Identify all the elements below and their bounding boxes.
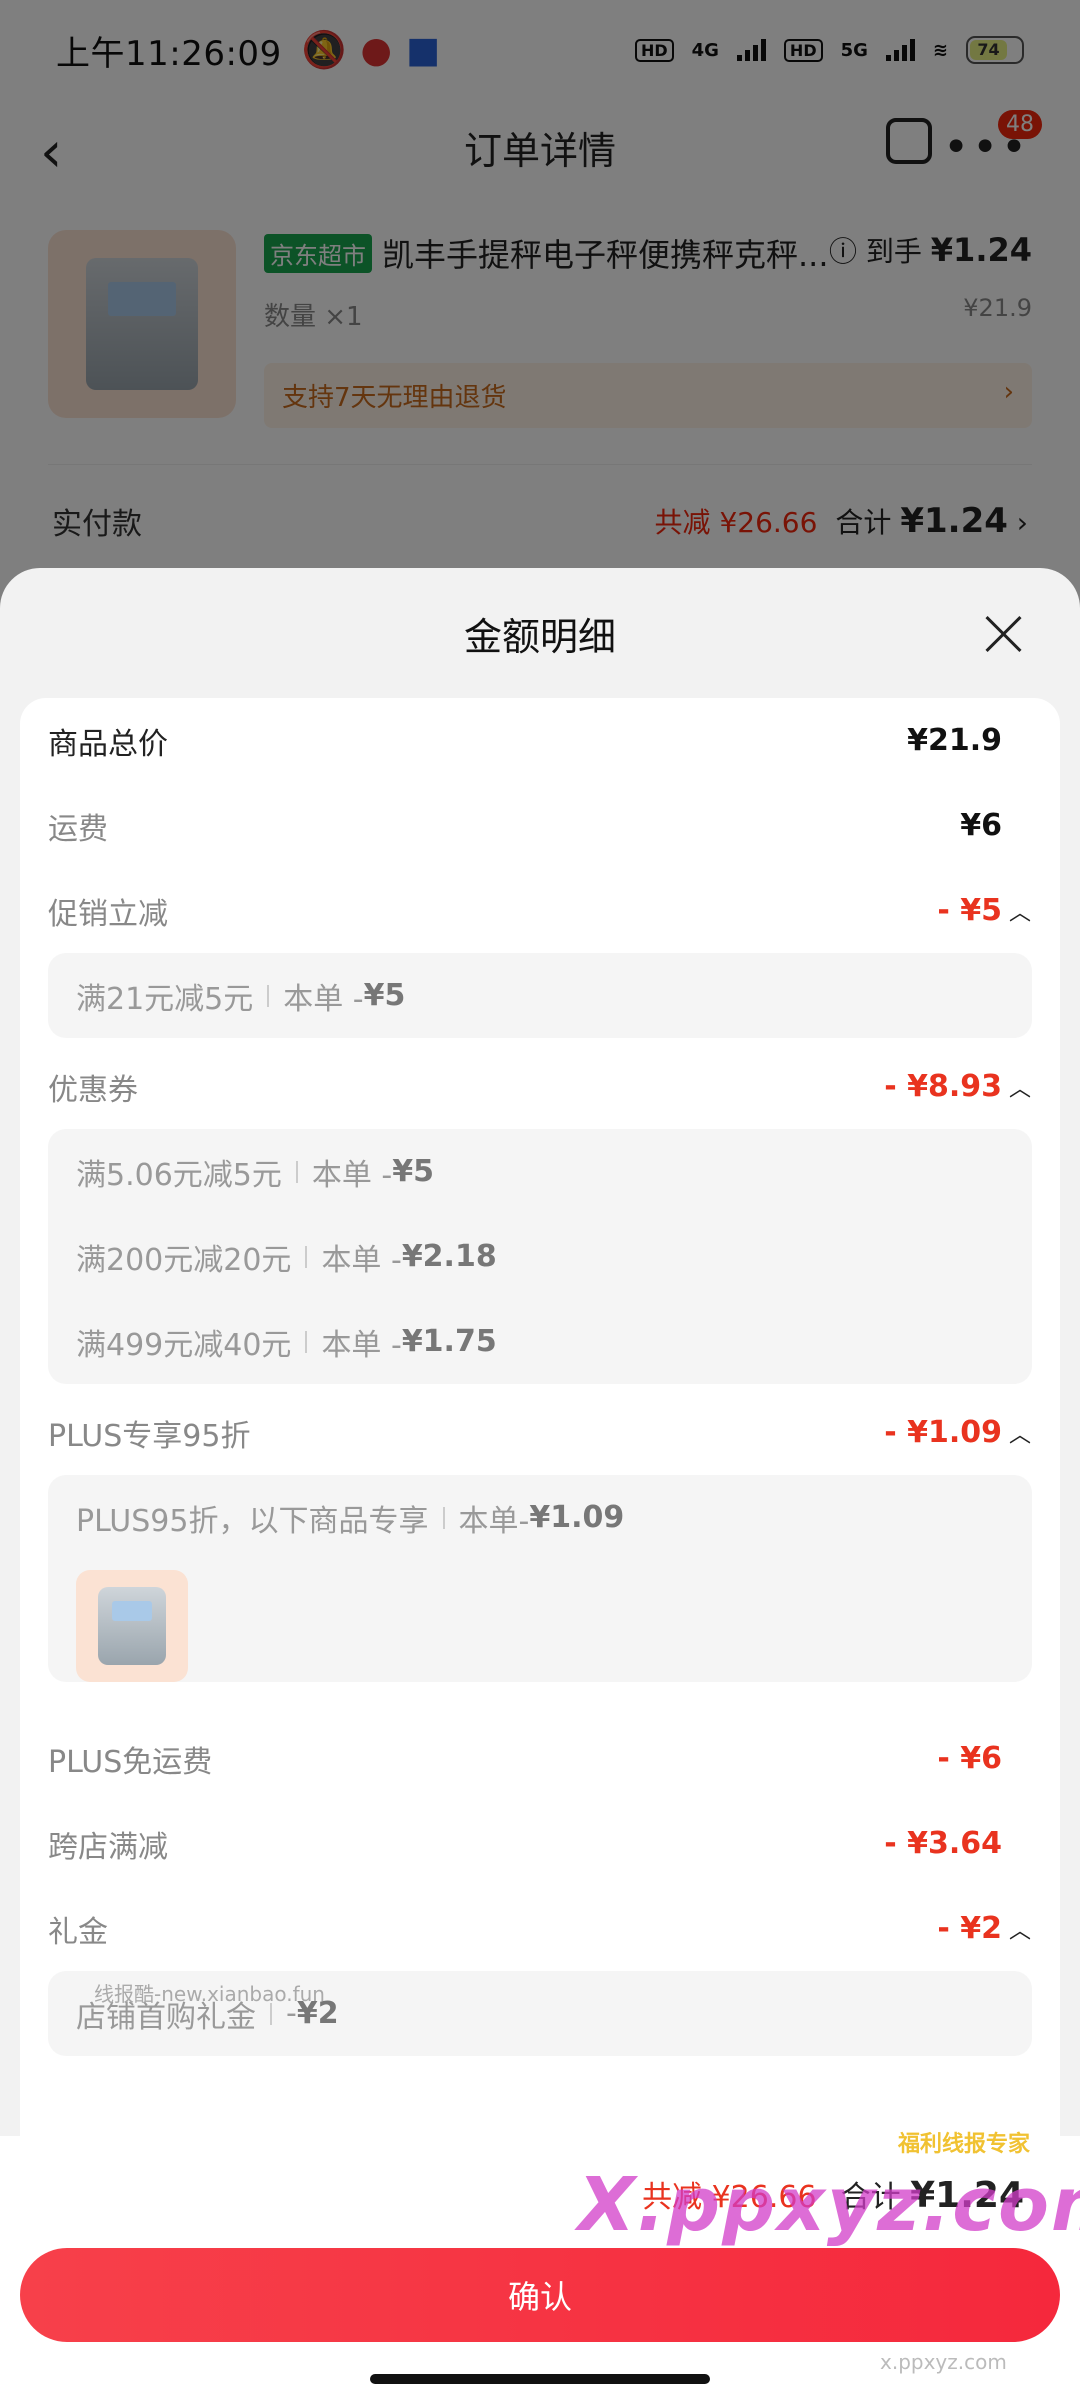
- watermark-logo: X.ppxyz.com: [578, 2162, 1080, 2248]
- watermark-small: x.ppxyz.com: [880, 2350, 1007, 2374]
- home-indicator[interactable]: [370, 2374, 710, 2384]
- amount-detail-card: 商品总价 ¥21.9 运费 ¥6 促销立减 - ¥5 ︿ 满21元减5元 本单 -…: [20, 698, 1060, 2178]
- chevron-up-icon[interactable]: ︿: [1008, 895, 1032, 927]
- promo-details: 满21元减5元 本单 - ¥5: [48, 953, 1032, 1038]
- plus-free-shipping-row: PLUS免运费 - ¥6: [48, 1741, 1002, 1780]
- list-item: PLUS95折，以下商品专享 本单- ¥1.09: [76, 1500, 625, 1539]
- list-item: 满21元减5元 本单 - ¥5: [76, 978, 406, 1017]
- watermark-badge: 福利线报专家: [898, 2132, 1031, 2157]
- confirm-button[interactable]: 确认: [20, 2248, 1060, 2342]
- chevron-up-icon[interactable]: ︿: [1008, 1417, 1032, 1449]
- sheet-title: 金额明细: [463, 614, 616, 659]
- chevron-up-icon[interactable]: ︿: [1008, 1913, 1032, 1945]
- coupon-row[interactable]: 优惠券 - ¥8.93 ︿: [48, 1044, 1032, 1129]
- list-item: 满499元减40元 本单 - ¥1.75: [76, 1324, 497, 1363]
- plus-discount-row[interactable]: PLUS专享95折 - ¥1.09 ︿: [48, 1390, 1032, 1475]
- product-thumbnail[interactable]: [76, 1570, 188, 1682]
- chevron-up-icon[interactable]: ︿: [1008, 1071, 1032, 1103]
- plus-details: PLUS95折，以下商品专享 本单- ¥1.09: [48, 1475, 1032, 1682]
- goods-total-row: 商品总价 ¥21.9: [48, 723, 1002, 762]
- gift-row[interactable]: 礼金 - ¥2 ︿: [48, 1886, 1032, 1971]
- list-item: 满200元减20元 本单 - ¥2.18: [76, 1239, 497, 1278]
- cross-store-row: 跨店满减 - ¥3.64: [48, 1826, 1002, 1865]
- promo-row[interactable]: 促销立减 - ¥5 ︿: [48, 868, 1032, 953]
- coupon-details: 满5.06元减5元 本单 - ¥5 满200元减20元 本单 - ¥2.18 满49…: [48, 1129, 1032, 1384]
- shipping-row: 运费 ¥6: [48, 808, 1002, 847]
- watermark-text: 线报酷-new.xianbao.fun: [94, 1982, 325, 2006]
- close-icon[interactable]: [984, 614, 1024, 654]
- list-item: 满5.06元减5元 本单 - ¥5: [76, 1154, 435, 1193]
